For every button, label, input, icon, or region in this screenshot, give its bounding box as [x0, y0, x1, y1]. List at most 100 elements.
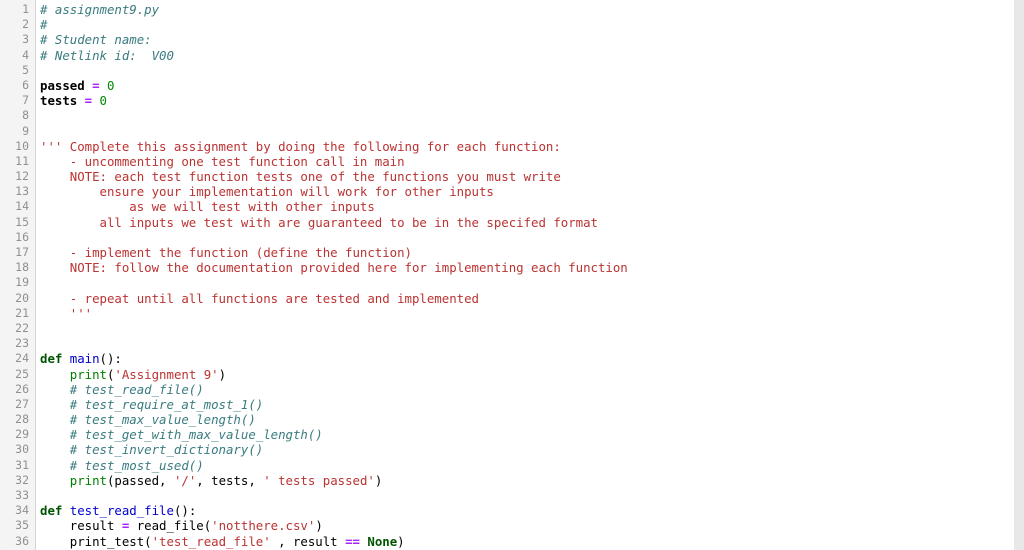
code-token-doc: ensure your implementation will work for… — [40, 184, 494, 200]
line-number: 16 — [15, 229, 29, 244]
code-line[interactable]: - uncommenting one test function call in… — [40, 154, 1024, 169]
code-line[interactable]: NOTE: follow the documentation provided … — [40, 260, 1024, 275]
code-token-string: 'test_read_file' — [151, 533, 271, 549]
line-number: 20 — [15, 290, 29, 305]
code-line[interactable]: print_test('test_read_file' , result == … — [40, 534, 1024, 549]
code-token-doc: ''' Complete this assignment by doing th… — [40, 138, 561, 154]
code-line[interactable]: - implement the function (define the fun… — [40, 245, 1024, 260]
line-number: 18 — [15, 260, 29, 275]
code-line[interactable]: all inputs we test with are guaranteed t… — [40, 215, 1024, 230]
line-number: 28 — [15, 412, 29, 427]
code-token-comment: # Netlink id: V00 — [40, 47, 174, 63]
line-number: 10 — [15, 138, 29, 153]
code-token-plain: (): — [173, 503, 197, 519]
code-line[interactable] — [40, 124, 1024, 139]
code-line[interactable] — [40, 488, 1024, 503]
code-line[interactable]: - repeat until all functions are tested … — [40, 291, 1024, 306]
code-line[interactable]: ''' — [40, 306, 1024, 321]
code-text-area[interactable]: # assignment9.py # # Student name: # Netlin… — [36, 0, 1024, 550]
line-number: 33 — [15, 488, 29, 502]
line-number: 13 — [15, 184, 29, 199]
code-editor[interactable]: 1 2 3 4 5 6 7 8 9 10 11 12 13 14 15 16 17 18 19 20 21 22 23 24 2… — [0, 0, 1024, 550]
code-token-defname: main — [69, 351, 100, 367]
line-number: 11 — [15, 153, 29, 168]
code-line[interactable]: print('Assignment 9') — [40, 367, 1024, 382]
code-line[interactable]: as we will test with other inputs — [40, 199, 1024, 214]
code-token-string: 'Assignment 9' — [114, 366, 219, 382]
code-token-comment: # — [40, 17, 48, 33]
line-number-gutter: 1 2 3 4 5 6 7 8 9 10 11 12 13 14 15 16 17 18 19 20 21 22 23 24 2… — [0, 0, 36, 550]
code-token-comment: # test_get_with_max_value_length() — [40, 427, 323, 443]
code-line[interactable]: # test_read_file() — [40, 382, 1024, 397]
code-line[interactable] — [40, 108, 1024, 123]
code-token-none: None — [367, 533, 398, 549]
line-number: 26 — [15, 381, 29, 396]
code-line[interactable]: def test_read_file(): — [40, 503, 1024, 518]
line-number: 12 — [15, 169, 29, 184]
code-token-string: 'notthere.csv' — [211, 518, 316, 534]
code-token-comment: # Student name: — [40, 32, 152, 48]
code-line[interactable]: tests = 0 — [40, 93, 1024, 108]
code-line[interactable]: # test_require_at_most_1() — [40, 397, 1024, 412]
line-number: 34 — [15, 503, 29, 518]
code-token-bold: passed — [40, 77, 93, 93]
code-token-builtin: print — [69, 366, 107, 382]
code-line[interactable] — [40, 63, 1024, 78]
line-number: 17 — [15, 245, 29, 259]
code-token-plain: , tests, — [196, 472, 264, 488]
code-token-plain: print_test( — [40, 533, 152, 549]
code-token-op: == — [345, 533, 360, 549]
code-token-comment: # test_require_at_most_1() — [40, 396, 264, 412]
code-token-plain: , result — [270, 533, 346, 549]
code-line[interactable] — [40, 230, 1024, 245]
line-number: 31 — [15, 457, 29, 472]
code-token-bold: tests — [40, 93, 85, 109]
code-line[interactable] — [40, 321, 1024, 336]
code-line[interactable]: def main(): — [40, 351, 1024, 366]
line-number: 8 — [22, 108, 29, 123]
code-token-string: '/' — [173, 472, 197, 488]
line-number: 21 — [15, 305, 29, 320]
code-line[interactable]: # test_invert_dictionary() — [40, 442, 1024, 457]
code-token-doc: - implement the function (define the fun… — [40, 245, 412, 260]
line-number: 5 — [22, 62, 29, 77]
code-line[interactable]: # test_max_value_length() — [40, 412, 1024, 427]
code-token-keyword: def — [40, 351, 63, 367]
code-token-op: = — [92, 77, 100, 93]
line-number: 24 — [15, 351, 29, 366]
code-line[interactable]: # test_most_used() — [40, 458, 1024, 473]
code-line[interactable]: # assignment9.py — [40, 2, 1024, 17]
line-number: 4 — [22, 47, 29, 62]
code-line[interactable] — [40, 336, 1024, 351]
code-token-plain: (passed, — [106, 472, 174, 488]
line-number: 25 — [15, 366, 29, 381]
vertical-scrollbar[interactable] — [1014, 0, 1024, 550]
code-token-plain: result — [40, 518, 122, 534]
code-line[interactable]: ''' Complete this assignment by doing th… — [40, 139, 1024, 154]
line-number: 9 — [22, 123, 29, 138]
code-line[interactable]: passed = 0 — [40, 78, 1024, 93]
code-line[interactable]: ensure your implementation will work for… — [40, 184, 1024, 199]
code-line[interactable]: print(passed, '/', tests, ' tests passed… — [40, 473, 1024, 488]
code-token-comment: # test_invert_dictionary() — [40, 442, 264, 458]
code-token-doc: - uncommenting one test function call in… — [40, 153, 405, 169]
code-line[interactable]: NOTE: each test function tests one of th… — [40, 169, 1024, 184]
code-line[interactable]: result = read_file('notthere.csv') — [40, 518, 1024, 533]
code-token-comment: # test_most_used() — [40, 457, 204, 473]
code-line[interactable]: # Netlink id: V00 — [40, 48, 1024, 63]
code-token-comment: # test_read_file() — [40, 381, 204, 397]
line-number: 27 — [15, 396, 29, 411]
code-line[interactable]: # — [40, 17, 1024, 32]
code-token-op: = — [84, 93, 93, 109]
code-token-number: 0 — [99, 93, 107, 109]
line-number: 1 — [22, 2, 29, 16]
code-line[interactable] — [40, 275, 1024, 290]
code-token-plain: ) — [218, 366, 227, 382]
code-token-doc: NOTE: each test function tests one of th… — [40, 169, 561, 185]
code-line[interactable]: # Student name: — [40, 32, 1024, 47]
code-line[interactable]: # test_get_with_max_value_length() — [40, 427, 1024, 442]
